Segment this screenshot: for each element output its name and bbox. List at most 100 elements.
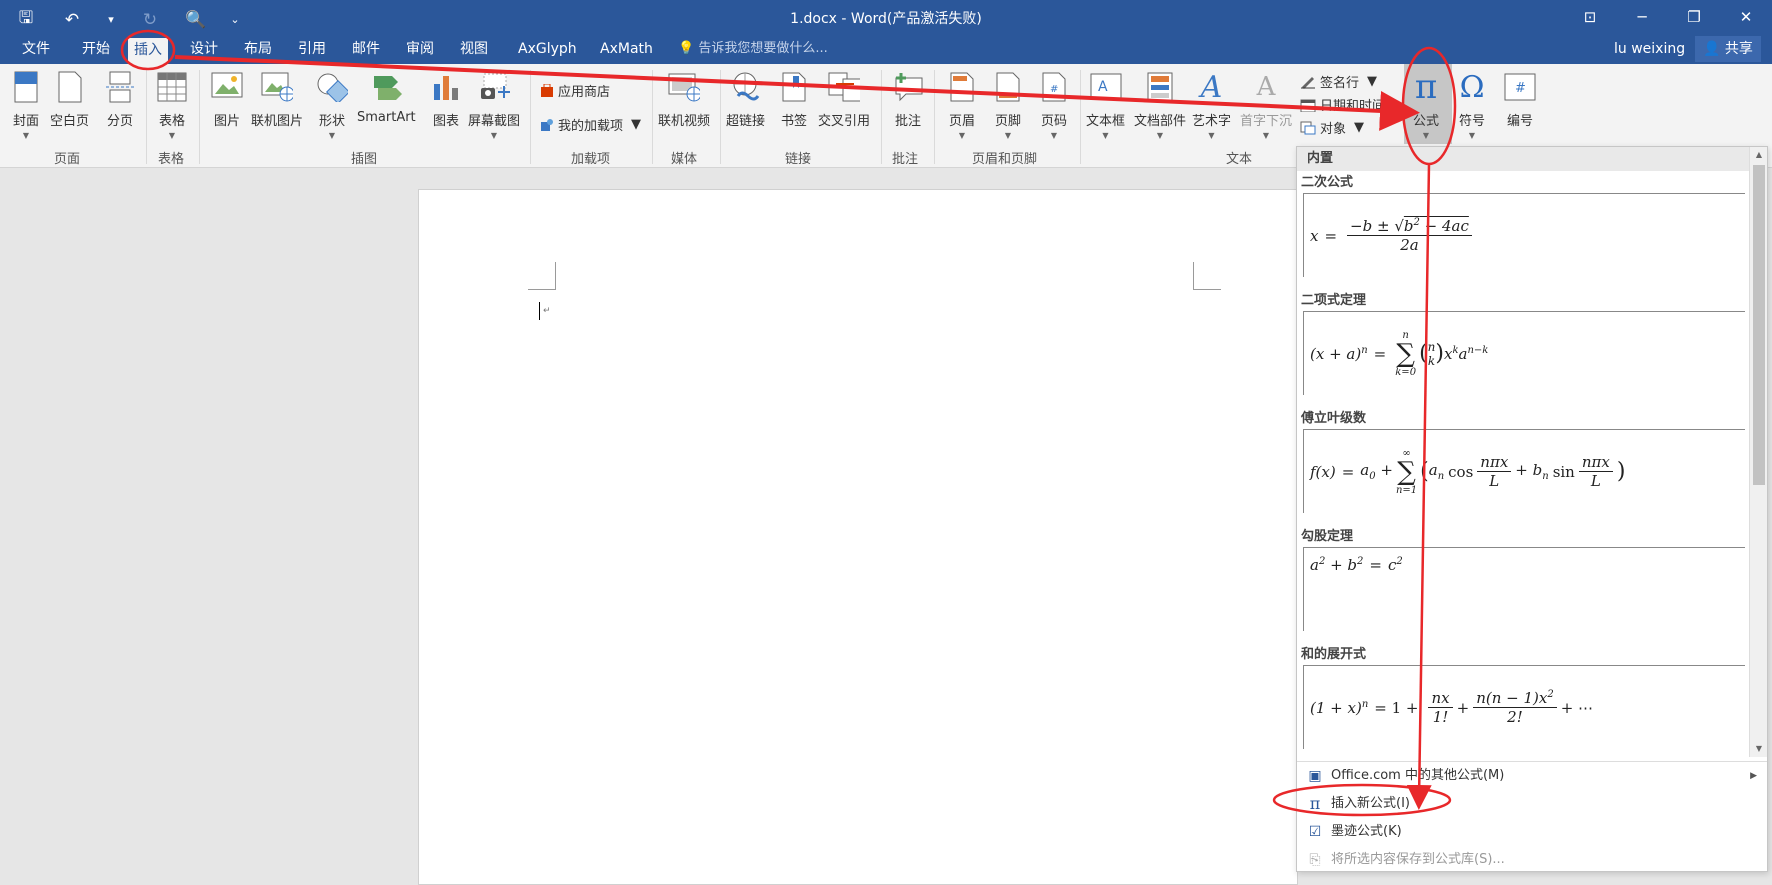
ribbon-tabs: 文件 开始 插入 设计 布局 引用 邮件 审阅 视图 AxGlyph AxMat… [0,34,1772,64]
chart-button[interactable]: 图表 [430,70,462,129]
gallery-item-quadratic[interactable]: 二次公式 x = −b ± √b2 − 4ac 2a [1297,173,1749,277]
tab-mailings[interactable]: 邮件 [346,34,386,64]
group-separator [881,70,882,164]
svg-text:#: # [1050,84,1058,95]
my-addins-button[interactable]: 我的加载项 ▼ [540,115,641,134]
table-button[interactable]: 表格 ▼ [156,70,188,140]
gallery-item-expansion[interactable]: 和的展开式 (1 + x)n = 1 + nx 1! + n(n − 1)x2 2! + … [1297,645,1749,749]
ribbon-display-options-button[interactable]: ⊡ [1564,0,1616,34]
tab-design[interactable]: 设计 [184,34,224,64]
page-number-button[interactable]: # 页码 ▼ [1038,70,1070,140]
group-label-links: 链接 [785,152,812,167]
table-icon [156,70,188,104]
ink-equation-menu-item[interactable]: ☑ 墨迹公式(K) [1297,818,1767,846]
header-button[interactable]: 页眉 ▼ [946,70,978,140]
textbox-icon: A [1090,70,1122,104]
group-label-media: 媒体 [671,152,698,167]
footer-icon [992,70,1024,104]
title-bar: 🖫 ↶ ▾ ↻ 🔍 ⌄ 1.docx - Word(产品激活失败) ⊡ ─ ❐ … [0,0,1772,34]
screenshot-label: 屏幕截图 [468,114,521,129]
number-button[interactable]: # 编号 [1504,70,1536,129]
equation-button[interactable]: π 公式 ▼ [1410,70,1442,140]
online-video-button[interactable]: 联机视频 [658,70,710,129]
gallery-item-pythagorean[interactable]: 勾股定理 a2 + b2 = c2 [1297,527,1749,631]
blank-page-button[interactable]: 空白页 [50,70,89,129]
tell-me-search[interactable]: 💡 告诉我您想要做什么... [678,34,828,64]
share-button[interactable]: 👤 共享 [1695,36,1761,62]
tab-review[interactable]: 审阅 [400,34,440,64]
tab-axmath[interactable]: AxMath [594,34,659,64]
date-time-button[interactable]: 日期和时间 [1300,95,1385,114]
close-button[interactable]: ✕ [1720,0,1772,34]
store-icon [541,83,553,97]
more-equations-menu-item[interactable]: ▣ Office.com 中的其他公式(M) ▶ [1297,762,1767,790]
restore-button[interactable]: ❐ [1668,0,1720,34]
wordart-button[interactable]: A 艺术字 ▼ [1192,70,1231,141]
dropcap-button[interactable]: A 首字下沉 ▼ [1240,70,1292,140]
hyperlink-button[interactable]: 超链接 [726,70,765,129]
group-label-addins: 加载项 [571,152,611,167]
group-label-comments: 批注 [892,152,919,167]
cover-page-icon [10,70,42,104]
group-separator [199,70,200,164]
gallery-item-binomial[interactable]: 二项式定理 (x + a)n = n ∑ k=0 (n k) xkan−k [1297,291,1749,395]
tab-insert[interactable]: 插入 [128,38,168,64]
cross-reference-label: 交叉引用 [818,114,871,129]
text-cursor [539,302,540,320]
group-separator [934,70,935,164]
equation-name: 二次公式 [1301,175,1354,190]
header-icon [946,70,978,104]
new-comment-button[interactable]: 批注 [892,70,924,129]
group-separator [530,70,531,164]
quick-parts-button[interactable]: 文档部件 ▼ [1134,70,1186,140]
shapes-button[interactable]: 形状 ▼ [316,70,348,140]
scroll-down-icon[interactable]: ▼ [1750,741,1768,757]
insert-new-equation-menu-item[interactable]: π 插入新公式(I) [1297,790,1767,818]
group-separator [146,70,147,164]
object-button[interactable]: 对象 ▼ [1300,118,1364,137]
online-picture-icon [261,70,293,104]
object-label: 对象 [1320,122,1347,137]
signature-line-button[interactable]: 签名行 ▼ [1300,72,1377,91]
quick-parts-icon [1144,70,1176,104]
symbol-button[interactable]: Ω 符号 ▼ [1456,70,1488,141]
minimize-button[interactable]: ─ [1616,0,1668,34]
page-break-button[interactable]: 分页 [104,70,136,129]
picture-button[interactable]: 图片 [211,70,243,129]
cross-reference-icon [828,70,860,104]
smartart-button[interactable]: SmartArt [357,70,416,125]
document-page[interactable]: ↵ [418,189,1298,885]
gallery-scrollbar[interactable]: ▲ ▼ [1749,147,1767,757]
online-picture-button[interactable]: 联机图片 [251,70,303,129]
header-label: 页眉 [948,114,975,129]
tab-axglyph[interactable]: AxGlyph [512,34,583,64]
save-to-gallery-menu-item[interactable]: ⎘ 将所选内容保存到公式库(S)... [1297,846,1767,874]
user-name[interactable]: lu weixing [1614,34,1685,64]
bookmark-button[interactable]: 书签 [778,70,810,129]
scroll-up-icon[interactable]: ▲ [1750,147,1768,163]
group-separator [720,70,721,164]
equation-preview: a2 + b2 = c2 [1303,547,1745,631]
cover-page-button[interactable]: 封面 ▼ [10,70,42,140]
office-com-icon: ▣ [1308,768,1322,784]
footer-button[interactable]: 页脚 ▼ [992,70,1024,140]
tab-view[interactable]: 视图 [454,34,494,64]
scroll-thumb[interactable] [1753,165,1765,485]
tab-layout[interactable]: 布局 [238,34,278,64]
store-button[interactable]: 应用商店 [540,81,610,100]
equation-label: 公式 [1412,114,1439,129]
tab-file[interactable]: 文件 [16,34,56,64]
my-addins-label: 我的加载项 [558,119,624,134]
chart-label: 图表 [432,114,459,129]
crop-mark [1193,262,1221,290]
screenshot-button[interactable]: 屏幕截图 ▼ [468,70,520,140]
cross-reference-button[interactable]: 交叉引用 [818,70,870,129]
pi-icon: π [1414,67,1438,107]
textbox-button[interactable]: A 文本框 ▼ [1086,70,1125,140]
gallery-item-fourier[interactable]: 傅立叶级数 f(x) = a0 + ∞ ∑ n=1 (an cos nπx L + bn sin… [1297,409,1749,513]
blank-page-label: 空白页 [50,114,90,129]
group-separator [1080,70,1081,164]
comment-label: 批注 [894,114,921,129]
tab-references[interactable]: 引用 [292,34,332,64]
tab-home[interactable]: 开始 [76,34,116,64]
